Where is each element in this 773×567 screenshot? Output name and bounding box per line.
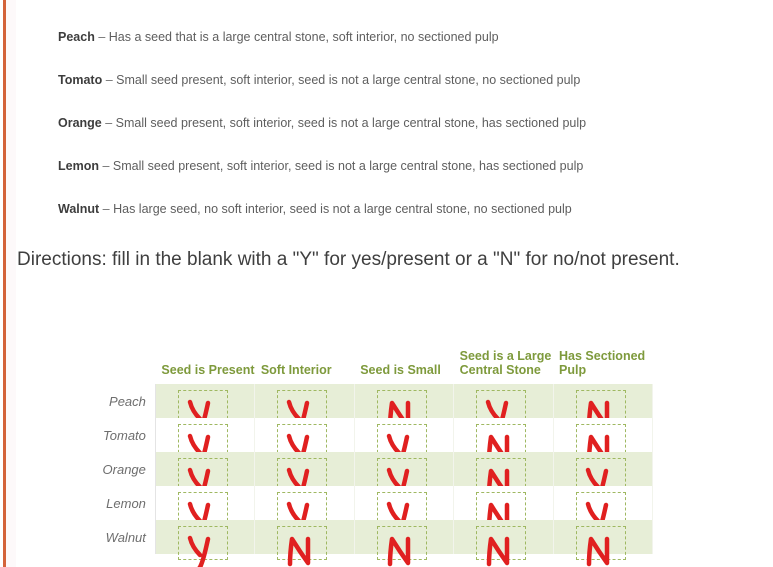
row-label: Lemon bbox=[57, 486, 156, 520]
column-header: Seed is Small bbox=[360, 363, 441, 378]
answer-cell[interactable] bbox=[553, 384, 654, 431]
answer-blank-box[interactable] bbox=[476, 526, 527, 560]
table-row: Lemon bbox=[57, 486, 654, 539]
row-label: Orange bbox=[57, 452, 156, 486]
header-row: Seed is Present Soft Interior Seed is Smal… bbox=[57, 300, 653, 384]
answer-cell[interactable] bbox=[553, 520, 654, 567]
table-corner-cell bbox=[57, 300, 155, 384]
answer-blank-box[interactable] bbox=[277, 526, 328, 560]
answer-cell[interactable] bbox=[354, 418, 455, 471]
answer-cell[interactable] bbox=[155, 384, 256, 437]
answer-cell[interactable] bbox=[453, 418, 554, 465]
answer-cell[interactable] bbox=[453, 452, 554, 499]
answer-cell[interactable] bbox=[254, 452, 355, 505]
worksheet-page: Peach – Has a seed that is a large centr… bbox=[0, 0, 773, 567]
answer-cell[interactable] bbox=[155, 520, 256, 567]
column-header: Seed is Present bbox=[161, 363, 255, 378]
table-row: Walnut bbox=[57, 520, 654, 567]
answer-cell[interactable] bbox=[155, 418, 256, 471]
answer-cell[interactable] bbox=[354, 520, 455, 567]
answer-cell[interactable] bbox=[254, 520, 355, 567]
column-header: Has Sectioned Pulp bbox=[559, 348, 646, 378]
answer-table: Seed is Present Soft Interior Seed is Smal… bbox=[57, 300, 654, 567]
answer-blank-box[interactable] bbox=[376, 526, 427, 560]
answer-cell[interactable] bbox=[453, 486, 554, 533]
column-header: Soft Interior bbox=[260, 363, 332, 378]
row-label: Walnut bbox=[57, 520, 156, 554]
table-row: Orange bbox=[57, 452, 654, 505]
answer-cell[interactable] bbox=[254, 486, 355, 539]
answer-blank-box[interactable] bbox=[575, 526, 626, 560]
answer-table-wrapper: Seed is Present Soft Interior Seed is Smal… bbox=[0, 0, 773, 567]
answer-cell[interactable] bbox=[155, 452, 256, 505]
answer-cell[interactable] bbox=[254, 384, 355, 437]
answer-cell[interactable] bbox=[553, 452, 654, 505]
answer-table-head: Seed is Present Soft Interior Seed is Smal… bbox=[57, 300, 653, 384]
answer-table-body: Peach Tomato Orange Lemon Walnut bbox=[57, 384, 654, 567]
answer-cell[interactable] bbox=[155, 486, 256, 539]
answer-cell[interactable] bbox=[453, 384, 554, 437]
row-label: Peach bbox=[57, 384, 156, 418]
answer-cell[interactable] bbox=[354, 452, 455, 505]
answer-cell[interactable] bbox=[553, 486, 654, 539]
table-row: Tomato bbox=[57, 418, 654, 471]
answer-cell[interactable] bbox=[354, 486, 455, 539]
row-label: Tomato bbox=[57, 418, 156, 452]
answer-cell[interactable] bbox=[453, 520, 554, 567]
answer-cell[interactable] bbox=[553, 418, 654, 465]
answer-blank-box[interactable] bbox=[177, 526, 228, 560]
column-header: Seed is a Large Central Stone bbox=[459, 348, 552, 378]
table-row: Peach bbox=[57, 384, 654, 437]
answer-cell[interactable] bbox=[354, 384, 455, 431]
answer-cell[interactable] bbox=[254, 418, 355, 471]
